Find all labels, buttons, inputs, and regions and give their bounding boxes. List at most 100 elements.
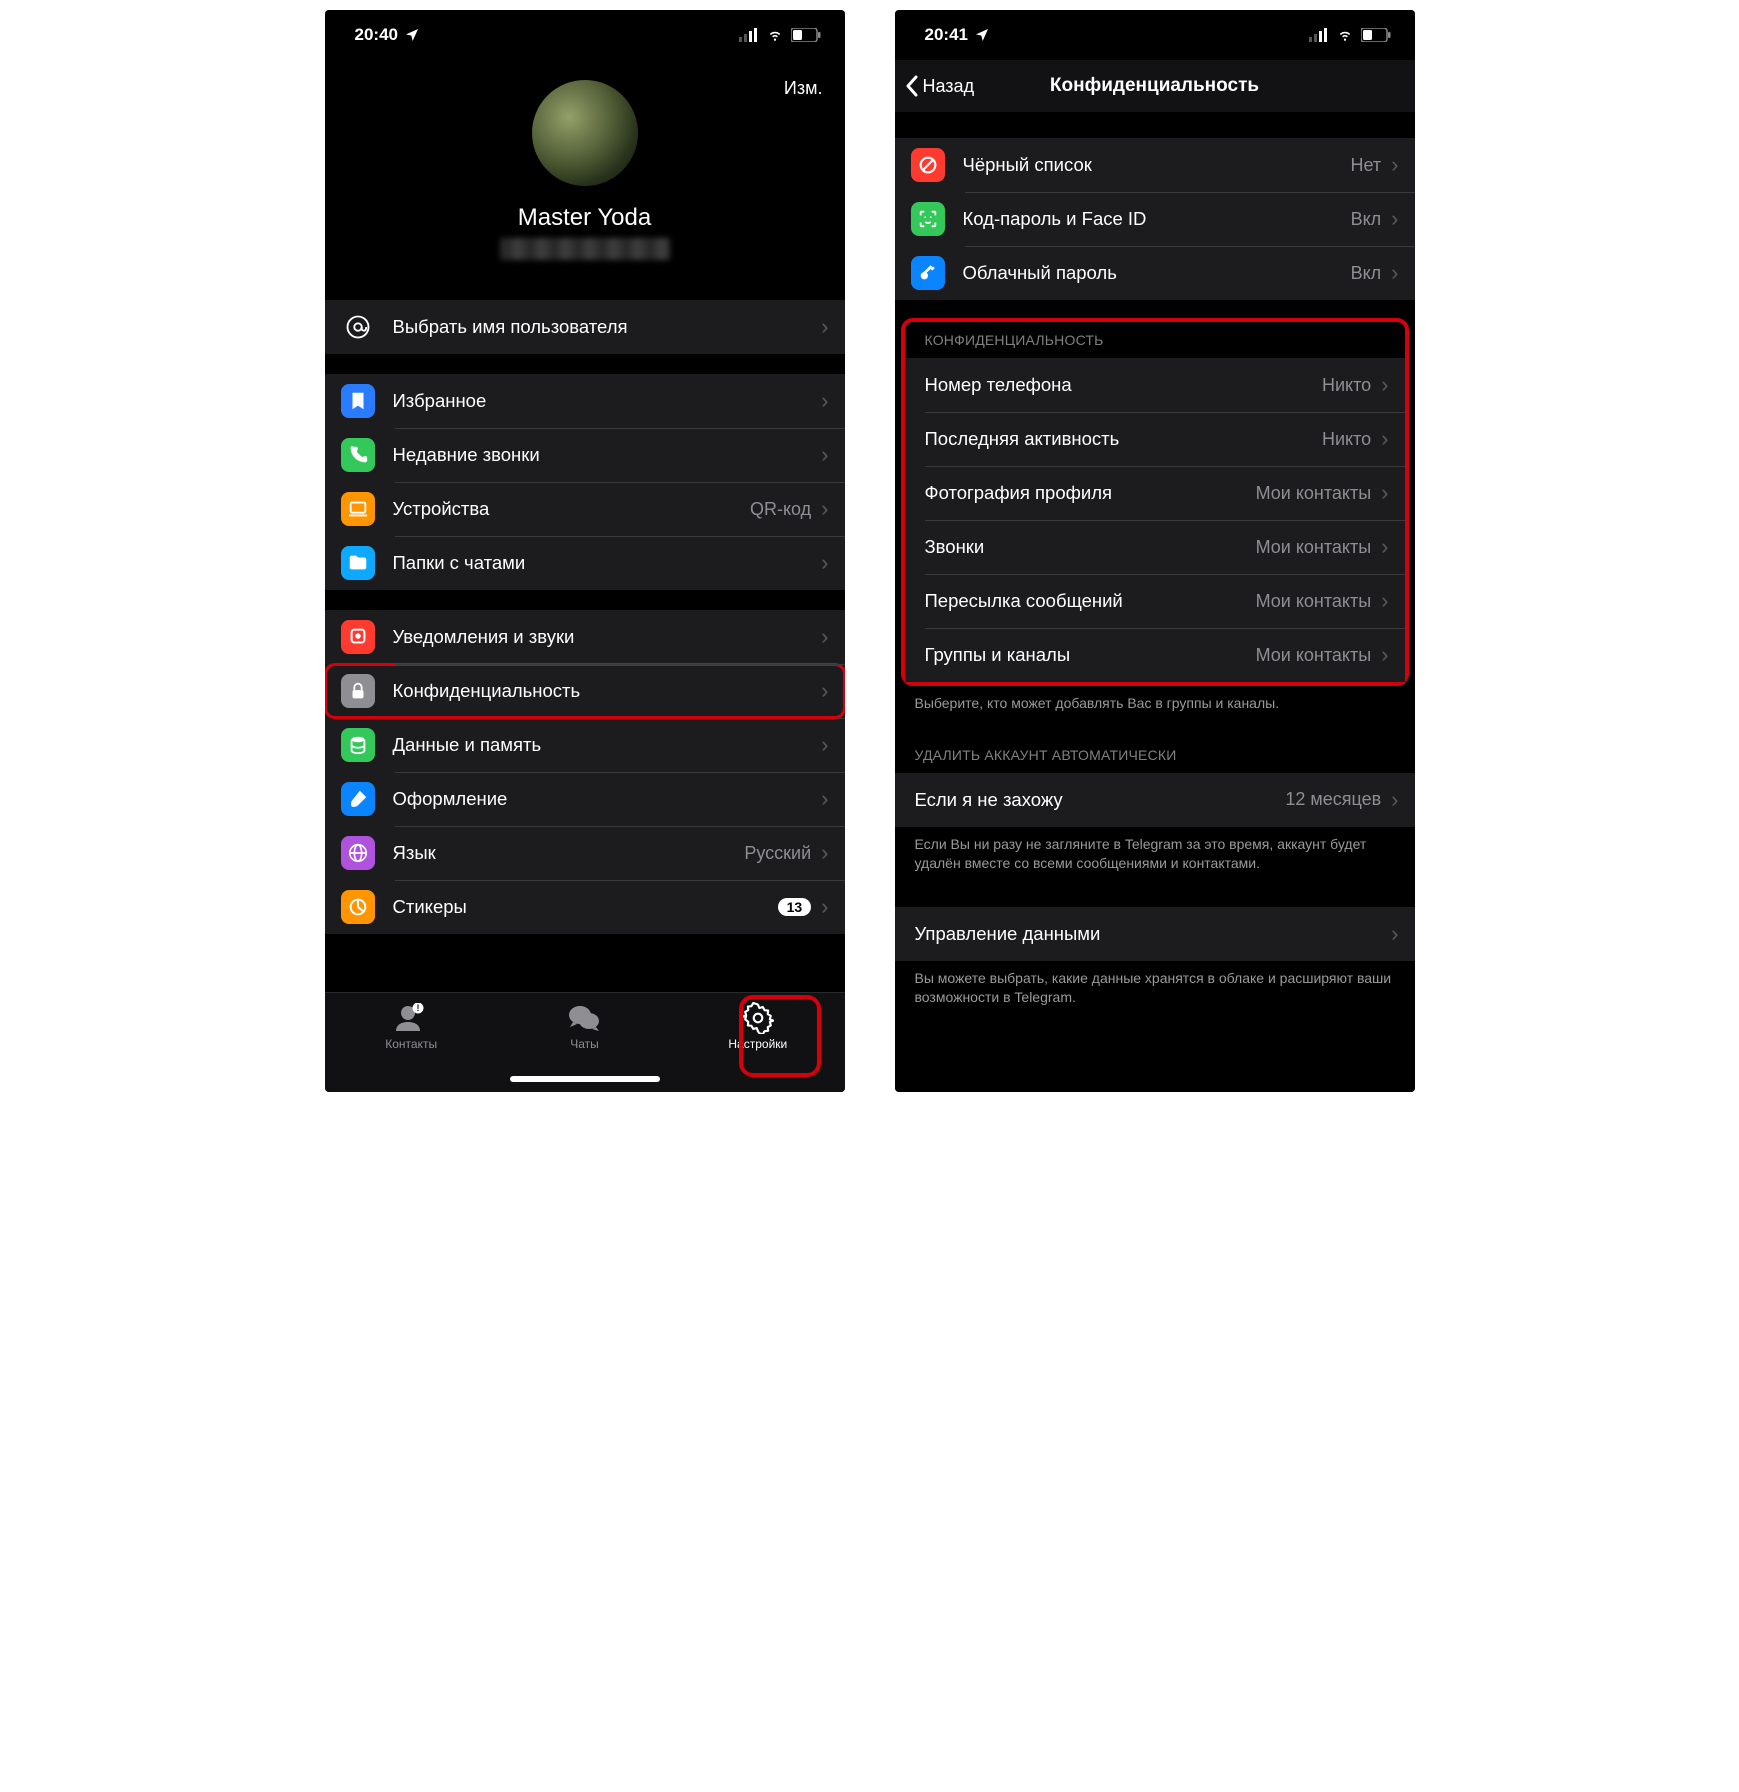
photo-value: Мои контакты — [1256, 483, 1372, 504]
privacy-section-header: КОНФИДЕНЦИАЛЬНОСТЬ — [905, 322, 1405, 358]
chat-folders-row[interactable]: Папки с чатами› — [325, 536, 845, 590]
tab-contacts-label: Контакты — [385, 1037, 437, 1051]
location-arrow-icon — [404, 27, 420, 43]
phone-icon — [341, 438, 375, 472]
delete-section-footer: Если Вы ни разу не загляните в Telegram … — [895, 827, 1415, 873]
phone-row[interactable]: Номер телефонаНикто › — [905, 358, 1405, 412]
folder-icon — [341, 546, 375, 580]
bell-icon — [341, 620, 375, 654]
globe-icon — [341, 836, 375, 870]
username-label: Выбрать имя пользователя — [393, 316, 822, 338]
language-label: Язык — [393, 842, 745, 864]
chats-icon — [567, 1003, 601, 1033]
photo-label: Фотография профиля — [925, 482, 1256, 504]
chat-folders-label: Папки с чатами — [393, 552, 822, 574]
pie-icon — [341, 890, 375, 924]
phone-label: Номер телефона — [925, 374, 1322, 396]
language-value: Русский — [744, 843, 811, 864]
wifi-icon — [1335, 28, 1355, 42]
data-label: Данные и память — [393, 734, 822, 756]
groups-row[interactable]: Группы и каналыМои контакты› — [905, 628, 1405, 682]
data-section-footer: Вы можете выбрать, какие данные хранятся… — [895, 961, 1415, 1023]
cloud-password-value: Вкл — [1351, 263, 1382, 284]
notifications-row[interactable]: Уведомления и звуки› — [325, 610, 845, 664]
chevron-right-icon: › — [1381, 374, 1388, 396]
forwarding-row[interactable]: Пересылка сообщенийМои контакты› — [905, 574, 1405, 628]
blocked-value: Нет — [1351, 155, 1382, 176]
auto-delete-value: 12 месяцев — [1285, 789, 1381, 810]
brush-icon — [341, 782, 375, 816]
cloud-password-row[interactable]: Облачный парольВкл› — [895, 246, 1415, 300]
status-time: 20:40 — [355, 25, 398, 45]
phone-value: Никто — [1322, 375, 1371, 396]
bookmark-icon — [341, 384, 375, 418]
back-button[interactable]: Назад — [905, 75, 975, 97]
settings-screen: 20:40 Изм. Master Yoda Выбрать имя польз… — [325, 10, 845, 1092]
tab-chats-label: Чаты — [570, 1037, 599, 1051]
privacy-row[interactable]: Конфиденциальность› — [325, 664, 845, 718]
appearance-row[interactable]: Оформление› — [325, 772, 845, 826]
data-row[interactable]: Данные и память› — [325, 718, 845, 772]
cell-signal-icon — [739, 28, 759, 42]
blocked-row[interactable]: Чёрный списокНет › — [895, 138, 1415, 192]
language-row[interactable]: ЯзыкРусский› — [325, 826, 845, 880]
recent-calls-row[interactable]: Недавние звонки› — [325, 428, 845, 482]
delete-section-header: УДАЛИТЬ АККАУНТ АВТОМАТИЧЕСКИ — [895, 747, 1415, 773]
battery-icon — [1361, 28, 1391, 42]
groups-label: Группы и каналы — [925, 644, 1256, 666]
chevron-right-icon: › — [1391, 208, 1398, 230]
devices-value: QR-код — [750, 499, 811, 520]
cloud-password-label: Облачный пароль — [963, 262, 1351, 284]
stickers-badge: 13 — [778, 898, 812, 916]
username-row[interactable]: Выбрать имя пользователя › — [325, 300, 845, 354]
devices-row[interactable]: УстройстваQR-код› — [325, 482, 845, 536]
battery-icon — [791, 28, 821, 42]
status-bar: 20:40 — [325, 10, 845, 60]
settings-tab-highlight — [739, 995, 821, 1077]
wifi-icon — [765, 28, 785, 42]
chevron-right-icon: › — [821, 734, 828, 756]
status-bar: 20:41 — [895, 10, 1415, 60]
devices-label: Устройства — [393, 498, 750, 520]
svg-text:!: ! — [417, 1003, 420, 1013]
lastseen-row[interactable]: Последняя активностьНикто› — [905, 412, 1405, 466]
data-management-label: Управление данными — [915, 923, 1392, 945]
nav-bar: Назад Конфиденциальность — [895, 60, 1415, 112]
lastseen-label: Последняя активность — [925, 428, 1322, 450]
privacy-label: Конфиденциальность — [393, 680, 822, 702]
back-label: Назад — [923, 76, 975, 97]
chevron-right-icon: › — [821, 316, 828, 338]
saved-label: Избранное — [393, 390, 822, 412]
avatar[interactable] — [532, 80, 638, 186]
privacy-section-highlight: КОНФИДЕНЦИАЛЬНОСТЬ Номер телефонаНикто›П… — [901, 318, 1409, 686]
groups-value: Мои контакты — [1256, 645, 1372, 666]
chevron-right-icon: › — [1381, 590, 1388, 612]
saved-row[interactable]: Избранное› — [325, 374, 845, 428]
profile-phone-blurred — [500, 238, 670, 260]
photo-row[interactable]: Фотография профиляМои контакты › — [905, 466, 1405, 520]
chevron-right-icon: › — [1391, 789, 1398, 811]
calls-row[interactable]: ЗвонкиМои контакты› — [905, 520, 1405, 574]
lastseen-value: Никто — [1322, 429, 1371, 450]
tab-chats[interactable]: Чаты — [534, 1003, 634, 1051]
edit-button[interactable]: Изм. — [784, 78, 823, 99]
passcode-label: Код-пароль и Face ID — [963, 208, 1351, 230]
forwarding-value: Мои контакты — [1256, 591, 1372, 612]
blocked-label: Чёрный список — [963, 154, 1351, 176]
auto-delete-row[interactable]: Если я не захожу 12 месяцев › — [895, 773, 1415, 827]
chevron-right-icon: › — [1391, 154, 1398, 176]
privacy-screen: 20:41 Назад Конфиденциальность Чёрный сп… — [895, 10, 1415, 1092]
key-icon — [911, 256, 945, 290]
passcode-row[interactable]: Код-пароль и Face IDВкл› — [895, 192, 1415, 246]
tab-bar: ! Контакты Чаты Настройки — [325, 992, 845, 1092]
tab-contacts[interactable]: ! Контакты — [361, 1003, 461, 1051]
contacts-icon: ! — [394, 1003, 428, 1033]
chevron-right-icon: › — [821, 390, 828, 412]
home-indicator[interactable] — [510, 1076, 660, 1082]
chevron-right-icon: › — [1381, 536, 1388, 558]
chevron-right-icon: › — [821, 444, 828, 466]
chevron-right-icon: › — [1381, 482, 1388, 504]
chevron-right-icon: › — [821, 552, 828, 574]
stickers-row[interactable]: Стикеры13› — [325, 880, 845, 934]
data-management-row[interactable]: Управление данными › — [895, 907, 1415, 961]
